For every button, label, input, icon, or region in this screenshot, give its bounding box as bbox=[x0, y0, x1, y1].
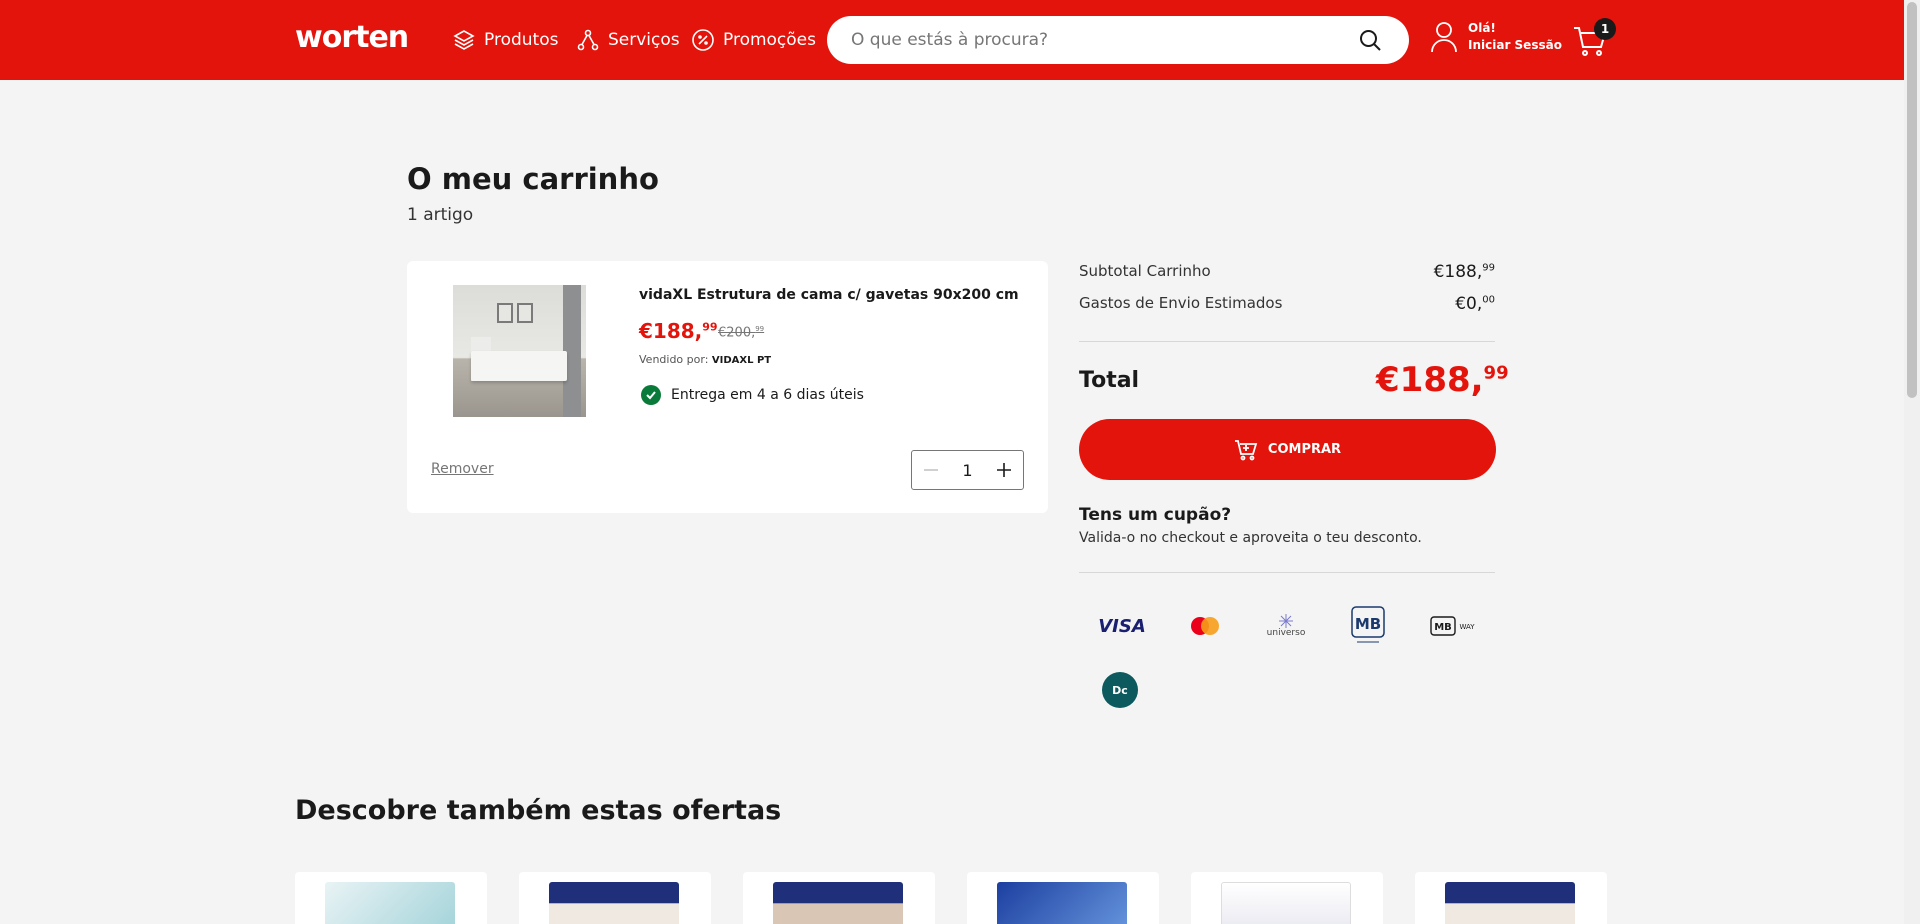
services-icon bbox=[577, 29, 599, 51]
subtotal-label: Subtotal Carrinho bbox=[1079, 262, 1211, 280]
summary-divider bbox=[1079, 341, 1495, 342]
visa-logo: VISA bbox=[1098, 615, 1146, 637]
cart-plus-icon bbox=[1234, 439, 1258, 460]
item-count: 1 artigo bbox=[407, 205, 474, 225]
delivery-info: Entrega em 4 a 6 dias úteis bbox=[641, 385, 864, 405]
scrollbar-thumb[interactable] bbox=[1907, 2, 1917, 398]
decrease-quantity-button[interactable] bbox=[920, 459, 942, 481]
product-title[interactable]: vidaXL Estrutura de cama c/ gavetas 90x2… bbox=[639, 287, 1019, 303]
offer-card[interactable] bbox=[295, 872, 487, 924]
subtotal-row: Subtotal Carrinho €188,99 bbox=[1079, 262, 1495, 282]
mastercard-logo bbox=[1188, 606, 1222, 646]
delivery-text: Entrega em 4 a 6 dias úteis bbox=[671, 387, 864, 403]
total-label: Total bbox=[1079, 368, 1140, 393]
user-greeting: Olá! bbox=[1468, 21, 1496, 35]
minus-icon bbox=[924, 469, 938, 471]
buy-button[interactable]: COMPRAR bbox=[1079, 419, 1496, 480]
product-old-price: €200,99 bbox=[718, 325, 765, 341]
product-image[interactable] bbox=[453, 285, 586, 417]
search-input[interactable] bbox=[851, 30, 1355, 50]
layers-icon bbox=[453, 30, 475, 50]
page-title: O meu carrinho bbox=[407, 162, 659, 196]
offer-card[interactable] bbox=[967, 872, 1159, 924]
check-circle-icon bbox=[641, 385, 661, 405]
seller-info: Vendido por: VIDAXL PT bbox=[639, 353, 772, 366]
svg-text:MB: MB bbox=[1355, 615, 1381, 633]
cart-item-card: vidaXL Estrutura de cama c/ gavetas 90x2… bbox=[407, 261, 1048, 513]
user-icon bbox=[1431, 22, 1457, 53]
shipping-row: Gastos de Envio Estimados €0,00 bbox=[1079, 294, 1495, 314]
plus-icon bbox=[997, 463, 1011, 477]
nav-produtos-label: Produtos bbox=[484, 30, 559, 50]
user-login[interactable]: Olá! Iniciar Sessão bbox=[1430, 20, 1562, 54]
total-value: €188,99 bbox=[1376, 360, 1509, 400]
cart-count-badge: 1 bbox=[1594, 18, 1616, 40]
coupon-subtitle: Valida-o no checkout e aproveita o teu d… bbox=[1079, 530, 1422, 546]
mbway-logo: MB WAY bbox=[1430, 606, 1478, 646]
shipping-value: €0,00 bbox=[1455, 294, 1495, 314]
nav-promocoes[interactable]: Promoções bbox=[691, 26, 816, 54]
search-icon bbox=[1360, 30, 1381, 51]
offer-card[interactable] bbox=[1415, 872, 1607, 924]
multibanco-logo: MB bbox=[1350, 606, 1386, 646]
offer-card[interactable] bbox=[1191, 872, 1383, 924]
offer-card[interactable] bbox=[743, 872, 935, 924]
top-header: worten Produtos Serviços Promoções Olá! … bbox=[0, 0, 1904, 80]
nav-servicos[interactable]: Serviços bbox=[576, 26, 680, 54]
search-button[interactable] bbox=[1355, 25, 1385, 55]
remove-button[interactable]: Remover bbox=[431, 461, 494, 477]
offers-title: Descobre também estas ofertas bbox=[295, 795, 782, 826]
coupon-title: Tens um cupão? bbox=[1079, 505, 1232, 525]
coupon-divider bbox=[1079, 572, 1495, 573]
seller-name[interactable]: VIDAXL PT bbox=[712, 355, 771, 366]
svg-text:WAY: WAY bbox=[1459, 623, 1475, 631]
percent-icon bbox=[692, 29, 714, 51]
nav-servicos-label: Serviços bbox=[608, 30, 680, 50]
increase-quantity-button[interactable] bbox=[993, 459, 1015, 481]
offer-card[interactable] bbox=[519, 872, 711, 924]
universo-logo: universo bbox=[1264, 606, 1308, 646]
nav-promocoes-label: Promoções bbox=[723, 30, 816, 50]
search-bar bbox=[827, 16, 1409, 64]
product-price: €188,99 bbox=[639, 319, 718, 343]
worten-logo[interactable]: worten bbox=[295, 20, 409, 55]
user-login-label: Iniciar Sessão bbox=[1468, 38, 1562, 52]
page-scrollbar[interactable] bbox=[1904, 0, 1920, 924]
shipping-label: Gastos de Envio Estimados bbox=[1079, 294, 1283, 312]
nav-produtos[interactable]: Produtos bbox=[452, 26, 558, 54]
quantity-stepper: 1 bbox=[911, 450, 1024, 490]
quantity-value[interactable]: 1 bbox=[962, 461, 972, 480]
svg-text:MB: MB bbox=[1434, 622, 1452, 633]
cofidis-logo: Dc bbox=[1102, 672, 1138, 708]
subtotal-value: €188,99 bbox=[1433, 262, 1495, 282]
buy-button-label: COMPRAR bbox=[1267, 442, 1342, 457]
